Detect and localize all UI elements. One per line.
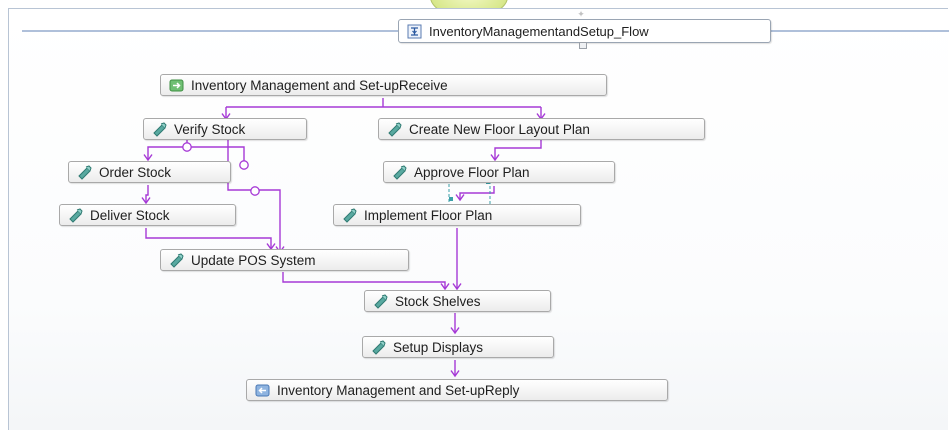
flow-canvas: ✦ InventoryManagementandSetup_Flow Inven… — [0, 0, 949, 431]
activity-icon — [393, 164, 407, 180]
flow-title: InventoryManagementandSetup_Flow — [429, 23, 649, 39]
link-receive-split[interactable] — [225, 98, 542, 118]
activity-icon — [374, 293, 388, 309]
activity-icon — [170, 252, 184, 268]
activity-icon — [69, 207, 83, 223]
collapse-toggle[interactable] — [579, 42, 587, 49]
condition-marker-order[interactable] — [239, 160, 249, 170]
node-label: Deliver Stock — [90, 207, 170, 223]
link-approve-to-implement[interactable] — [460, 186, 495, 200]
node-deliver-stock[interactable]: Deliver Stock — [59, 204, 236, 226]
node-stock-shelves[interactable]: Stock Shelves — [364, 290, 551, 312]
reply-icon — [255, 384, 270, 396]
activity-icon — [343, 207, 357, 223]
node-label: Inventory Management and Set-upReceive — [191, 77, 448, 93]
node-label: Setup Displays — [393, 339, 484, 355]
condition-marker-verify-order[interactable] — [182, 142, 192, 152]
node-update-pos-system[interactable]: Update POS System — [160, 249, 409, 271]
flow-title-box[interactable]: InventoryManagementandSetup_Flow — [398, 19, 771, 43]
link-verify-to-order[interactable] — [148, 140, 188, 160]
node-label: Create New Floor Layout Plan — [409, 121, 590, 137]
condition-marker-verify-pos[interactable] — [250, 186, 260, 196]
node-label: Stock Shelves — [395, 293, 481, 309]
node-create-floor-layout-plan[interactable]: Create New Floor Layout Plan — [378, 118, 705, 140]
node-order-stock[interactable]: Order Stock — [68, 161, 231, 183]
link-update-pos-to-stock-shelves[interactable] — [282, 272, 445, 289]
node-setup-displays[interactable]: Setup Displays — [362, 336, 554, 358]
node-approve-floor-plan[interactable]: Approve Floor Plan — [383, 161, 615, 183]
node-label: Order Stock — [99, 164, 172, 180]
activity-icon — [153, 121, 167, 137]
link-verify-to-order-branch[interactable] — [187, 146, 245, 162]
node-label: Implement Floor Plan — [364, 207, 493, 223]
node-label: Inventory Management and Set-upReply — [277, 382, 520, 398]
node-reply[interactable]: Inventory Management and Set-upReply — [246, 379, 668, 401]
link-verify-to-update-pos[interactable] — [227, 140, 280, 252]
activity-icon — [78, 164, 92, 180]
node-label: Approve Floor Plan — [414, 164, 530, 180]
node-label: Update POS System — [191, 252, 316, 268]
link-create-to-approve[interactable] — [495, 140, 542, 160]
selection-handle[interactable] — [449, 197, 453, 201]
node-implement-floor-plan[interactable]: Implement Floor Plan — [333, 204, 581, 226]
selection-box[interactable] — [448, 181, 491, 207]
receive-icon — [169, 79, 184, 91]
link-order-to-deliver[interactable] — [146, 185, 148, 203]
node-label: Verify Stock — [174, 121, 246, 137]
activity-icon — [372, 339, 386, 355]
link-deliver-to-update-pos[interactable] — [145, 228, 271, 249]
flow-icon — [407, 24, 422, 38]
node-receive[interactable]: Inventory Management and Set-upReceive — [160, 74, 607, 96]
node-verify-stock[interactable]: Verify Stock — [143, 118, 307, 140]
activity-icon — [388, 121, 402, 137]
